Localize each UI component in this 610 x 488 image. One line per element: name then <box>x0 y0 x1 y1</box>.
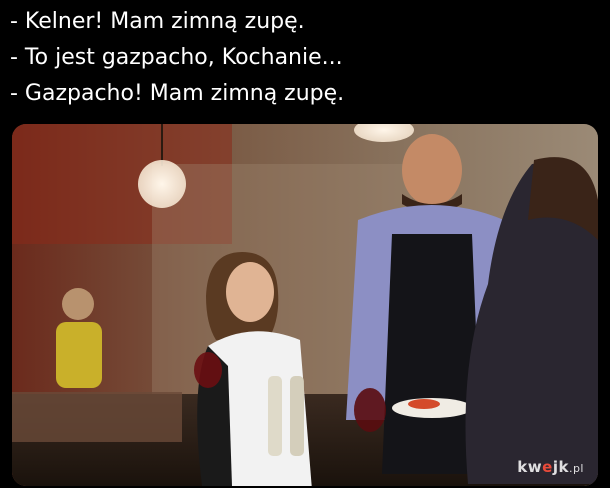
watermark-text-start: kw <box>517 458 543 476</box>
wine-glass-man <box>354 388 386 432</box>
restaurant-scene-illustration <box>12 124 598 486</box>
watermark-text-accent: e <box>542 458 553 476</box>
background-table <box>12 392 182 442</box>
caption-line-3: - Gazpacho! Mam zimną zupę. <box>10 81 345 106</box>
watermark-text-end: jk <box>552 458 569 476</box>
meme-page: - Kelner! Mam zimną zupę. - To jest gazp… <box>0 0 610 488</box>
watermark-tld: .pl <box>568 462 584 475</box>
caption-line-1: - Kelner! Mam zimną zupę. <box>10 9 305 34</box>
caption-line-2: - To jest gazpacho, Kochanie... <box>10 45 343 70</box>
meme-caption: - Kelner! Mam zimną zupę. - To jest gazp… <box>10 4 600 112</box>
wine-glass-woman <box>194 352 222 388</box>
bottle-1 <box>268 376 282 456</box>
kwejk-watermark: kwejk.pl <box>517 458 584 476</box>
background-diner-head <box>62 288 94 320</box>
lamp-left <box>138 160 186 208</box>
woman-face <box>226 262 274 322</box>
background-diner-body <box>56 322 102 388</box>
restaurant-photo: kwejk.pl <box>12 124 598 486</box>
waiter-head <box>402 134 462 206</box>
bottle-2 <box>290 376 304 456</box>
plate-food <box>408 399 440 409</box>
